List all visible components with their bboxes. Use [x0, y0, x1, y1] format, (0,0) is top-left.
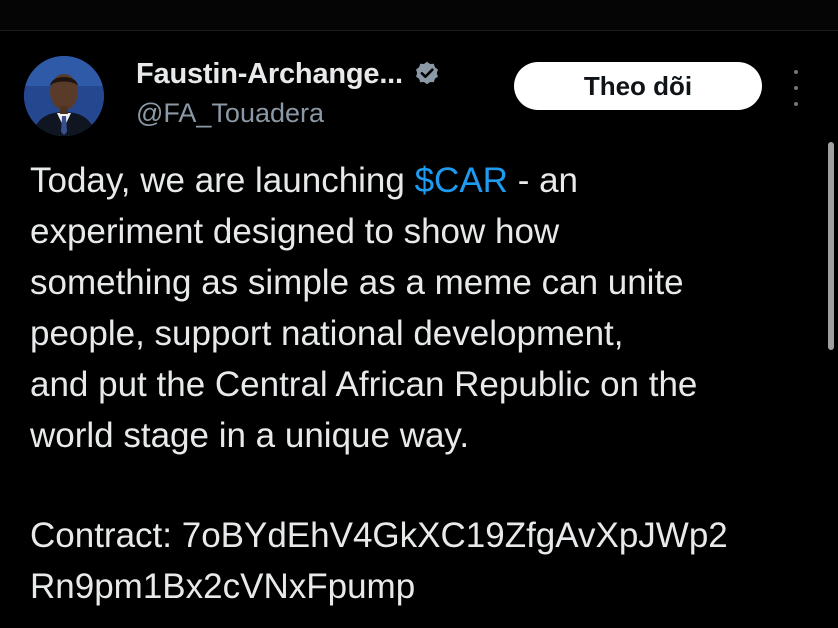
author-avatar[interactable] [24, 56, 104, 136]
name-row: Faustin-Archange... [136, 56, 441, 92]
tweet-body-line: and put the Central African Republic on … [30, 365, 698, 404]
tweet-body-text: - an [507, 161, 579, 200]
contract-address: Contract: 7oBYdEhV4GkXC19ZfgAvXpJWp2 Rn9… [30, 510, 820, 612]
tweet-body-text: Today, we are launching [30, 161, 415, 200]
more-options-icon[interactable] [784, 70, 808, 106]
tweet-body-line: people, support national development, [30, 314, 624, 353]
tweet-header: Faustin-Archange... @FA_Touadera [136, 56, 441, 136]
top-strip [0, 0, 838, 31]
follow-button[interactable]: Theo dõi [514, 62, 762, 110]
contract-line: Contract: 7oBYdEhV4GkXC19ZfgAvXpJWp2 [30, 516, 728, 555]
avatar-portrait-icon [24, 56, 104, 136]
scrollbar[interactable] [828, 142, 834, 350]
tweet-body-line: world stage in a unique way. [30, 416, 470, 455]
author-display-name[interactable]: Faustin-Archange... [136, 58, 403, 91]
tweet-body-line: experiment designed to show how [30, 212, 560, 251]
contract-line: Rn9pm1Bx2cVNxFpump [30, 567, 416, 606]
tweet-body-line: something as simple as a meme can unite [30, 263, 684, 302]
tweet-body-line: Today, we are launching $CAR - an [30, 155, 820, 206]
author-handle[interactable]: @FA_Touadera [136, 98, 441, 129]
verified-badge-icon [413, 60, 441, 88]
cashtag-link[interactable]: $CAR [415, 161, 508, 200]
tweet-body: Today, we are launching $CAR - an experi… [30, 155, 820, 461]
